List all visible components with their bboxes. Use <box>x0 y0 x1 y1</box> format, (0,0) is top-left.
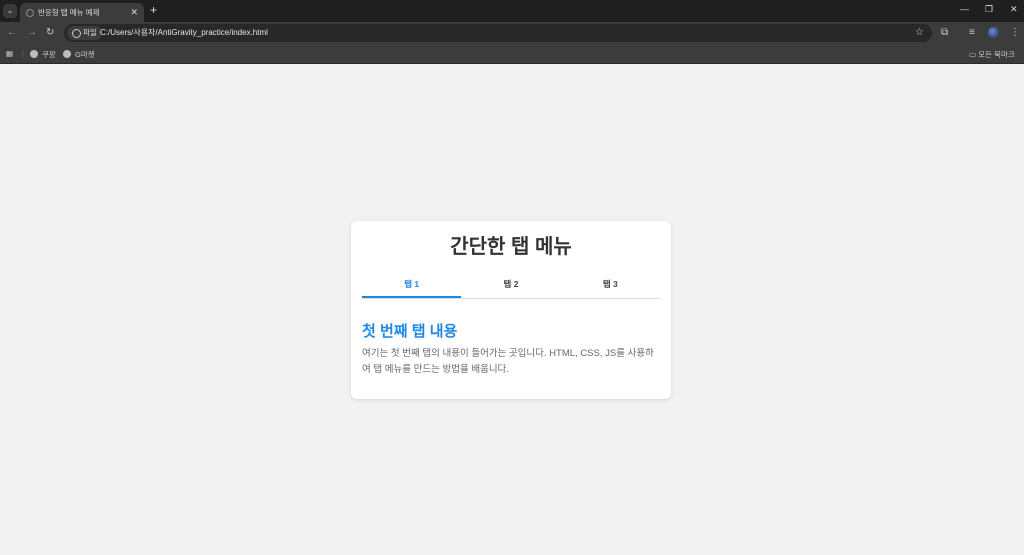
tab-menu-card: 간단한 탭 메뉴 탭 1 탭 2 탭 3 첫 번째 탭 내용 여기는 첫 번째 … <box>351 221 671 399</box>
site-info-chip[interactable]: 파일 <box>67 26 102 40</box>
close-tab-icon[interactable]: ✕ <box>130 3 138 22</box>
tab-bar: 탭 1 탭 2 탭 3 <box>362 272 660 299</box>
address-bar[interactable]: 파일 C:/Users/사용자/AntiGravity_practice/ind… <box>64 24 932 42</box>
back-icon[interactable]: ← <box>7 27 17 38</box>
forward-icon[interactable]: → <box>27 27 37 38</box>
folder-icon: ▭ <box>969 50 979 59</box>
tab-search-button[interactable]: ⌄ <box>3 4 17 18</box>
page-title: 간단한 탭 메뉴 <box>450 236 572 258</box>
content-text: 여기는 첫 번째 탭의 내용이 들어가는 곳입니다. HTML, CSS, JS… <box>362 348 654 375</box>
content-heading: 첫 번째 탭 내용 <box>362 323 458 340</box>
window-close-icon[interactable]: ✕ <box>1010 4 1018 15</box>
minimize-icon[interactable]: — <box>960 4 969 14</box>
favicon-icon <box>26 9 34 17</box>
extensions-icon[interactable]: ⧉ <box>941 27 948 38</box>
restore-icon[interactable]: ❐ <box>985 4 993 15</box>
bookmark-item[interactable]: 쿠팡 <box>30 49 56 60</box>
url-text[interactable]: C:/Users/사용자/AntiGravity_practice/index.… <box>100 24 268 42</box>
globe-icon <box>30 50 38 58</box>
apps-icon[interactable]: ▦ <box>6 49 13 58</box>
reading-list-icon[interactable]: ≡ <box>969 27 975 38</box>
profile-avatar[interactable] <box>988 27 999 38</box>
browser-toolbar: ← → ↻ 파일 C:/Users/사용자/AntiGravity_practi… <box>0 22 1024 44</box>
divider: | <box>22 49 24 58</box>
tab-3[interactable]: 탭 3 <box>561 272 660 298</box>
tab-2[interactable]: 탭 2 <box>461 272 560 298</box>
bookmark-item[interactable]: G마켓 <box>63 49 95 60</box>
tab-title: 반응형 탭 메뉴 예제 <box>38 8 100 17</box>
bookmark-star-icon[interactable]: ☆ <box>915 24 924 42</box>
tab-1[interactable]: 탭 1 <box>362 272 462 298</box>
globe-icon <box>63 50 71 58</box>
browser-tab-strip: ⌄ 반응형 탭 메뉴 예제 ✕ + — ❐ ✕ <box>0 0 1024 22</box>
browser-tab[interactable]: 반응형 탭 메뉴 예제 ✕ <box>20 3 144 22</box>
reload-icon[interactable]: ↻ <box>46 27 54 38</box>
new-tab-button[interactable]: + <box>150 3 157 17</box>
all-bookmarks-button[interactable]: ▭ 모든 북마크 <box>969 49 1015 60</box>
menu-icon[interactable]: ⋮ <box>1010 27 1020 38</box>
bookmarks-bar: ▦ | 쿠팡 G마켓 ▭ 모든 북마크 <box>0 44 1024 64</box>
